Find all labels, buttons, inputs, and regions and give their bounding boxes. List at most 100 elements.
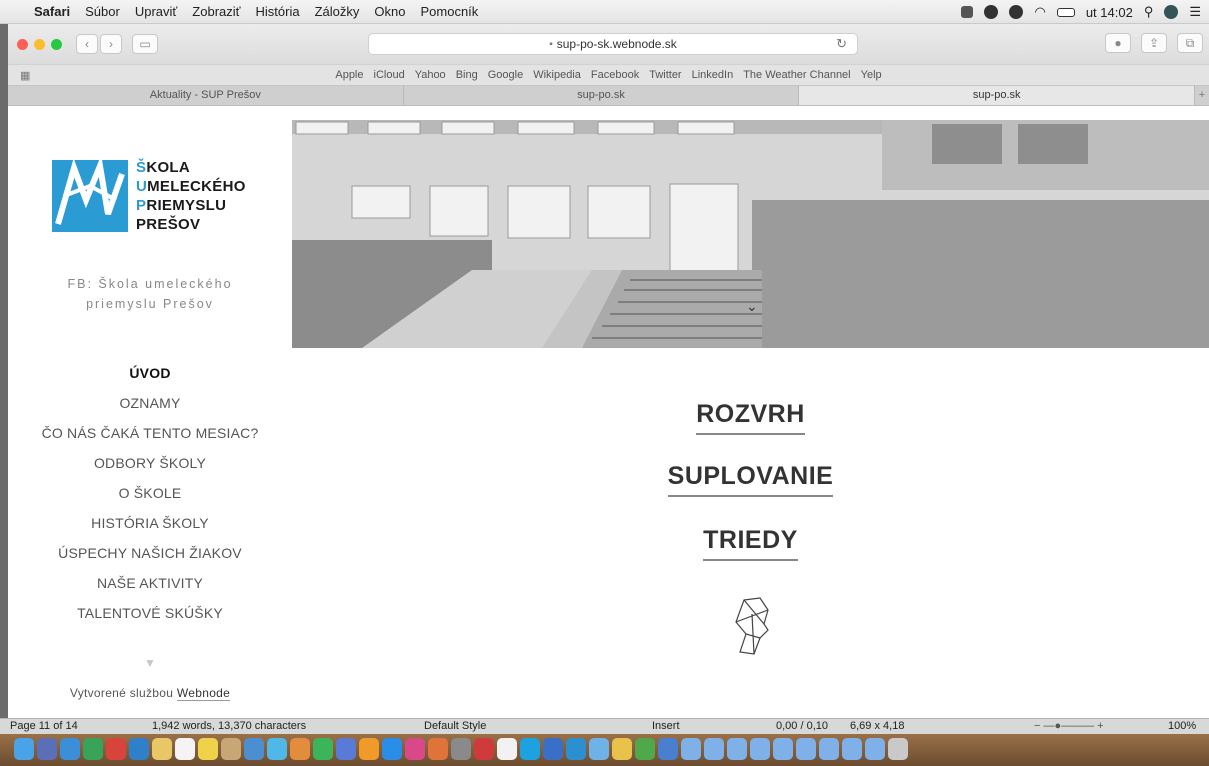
menu-okno[interactable]: Okno [374, 4, 405, 19]
skype-dock-icon[interactable] [520, 738, 540, 760]
nav-item-talentove-skusky[interactable]: TALENTOVÉ SKÚŠKY [38, 604, 262, 622]
chrome-icon[interactable] [83, 738, 103, 760]
preview-icon[interactable] [244, 738, 264, 760]
nav-item-oznamy[interactable]: OZNAMY [38, 394, 262, 412]
tab-sup-po-1[interactable]: sup-po.sk [404, 86, 800, 105]
favorite-apple[interactable]: Apple [335, 69, 363, 81]
camera-app-icon[interactable] [1009, 5, 1024, 19]
menu-historia[interactable]: História [256, 4, 300, 19]
calendar-icon[interactable] [175, 738, 195, 760]
favorite-yahoo[interactable]: Yahoo [415, 69, 446, 81]
address-bar[interactable]: ▪ sup-po-sk.webnode.sk ↻ [368, 33, 858, 55]
favorite-yelp[interactable]: Yelp [861, 69, 882, 81]
reload-icon[interactable]: ↻ [836, 36, 847, 52]
menu-safari[interactable]: Safari [34, 4, 70, 19]
doc-thumb-4-icon[interactable] [750, 738, 770, 760]
doc-thumb-5-icon[interactable] [773, 738, 793, 760]
doc-thumb-7-icon[interactable] [819, 738, 839, 760]
favorite-icloud[interactable]: iCloud [374, 69, 405, 81]
minimize-window-button[interactable] [34, 38, 45, 50]
paragraph-style[interactable]: Default Style [424, 720, 486, 732]
top-sites-grid-icon[interactable]: ▦ [20, 69, 30, 82]
cursor-app-icon[interactable] [961, 6, 974, 18]
new-tab-button[interactable]: + [1195, 86, 1209, 105]
doc-thumb-2-icon[interactable] [704, 738, 724, 760]
favorite-twitter[interactable]: Twitter [649, 69, 681, 81]
safari-dock-icon[interactable] [60, 738, 80, 760]
doc-thumb-8-icon[interactable] [842, 738, 862, 760]
favorite-weather-channel[interactable]: The Weather Channel [743, 69, 850, 81]
wifi-icon[interactable]: ◠ [1034, 4, 1045, 20]
ibooks-icon[interactable] [359, 738, 379, 760]
favorite-facebook[interactable]: Facebook [591, 69, 639, 81]
launchpad-icon[interactable] [37, 738, 57, 760]
stickies-icon[interactable] [198, 738, 218, 760]
contacts-icon[interactable] [221, 738, 241, 760]
share-button[interactable]: ⇪ [1141, 33, 1167, 53]
system-preferences-icon[interactable] [451, 738, 471, 760]
nav-item-nase-aktivity[interactable]: NAŠE AKTIVITY [38, 574, 262, 592]
back-button[interactable]: ‹ [76, 34, 98, 54]
nav-scroll-down-icon[interactable]: ▼ [8, 656, 292, 670]
doc-thumb-9-icon[interactable] [865, 738, 885, 760]
rozvrh-link[interactable]: ROZVRH [696, 400, 805, 435]
menu-zalozky[interactable]: Záložky [315, 4, 360, 19]
skype-icon[interactable] [984, 5, 999, 19]
nav-item-odbory-skoly[interactable]: ODBORY ŠKOLY [38, 454, 262, 472]
zoom-level[interactable]: 100% [1168, 720, 1196, 732]
menu-pomocnik[interactable]: Pomocník [420, 4, 478, 19]
menu-upravit[interactable]: Upraviť [135, 4, 177, 19]
itunes-icon[interactable] [336, 738, 356, 760]
app-green-icon[interactable] [635, 738, 655, 760]
nav-item-co-nas-caka[interactable]: ČO NÁS ČAKÁ TENTO MESIAC? [38, 424, 262, 442]
app-blue2-icon[interactable] [543, 738, 563, 760]
messages-icon[interactable] [267, 738, 287, 760]
nav-item-uspechy-ziakov[interactable]: ÚSPECHY NAŠICH ŽIAKOV [38, 544, 262, 562]
insert-mode[interactable]: Insert [652, 720, 680, 732]
doc-thumb-1-icon[interactable] [681, 738, 701, 760]
word-doc-icon[interactable] [658, 738, 678, 760]
notification-center-icon[interactable]: ☰ [1189, 4, 1201, 20]
forward-button[interactable]: › [100, 34, 122, 54]
favorite-bing[interactable]: Bing [456, 69, 478, 81]
tab-sup-po-2[interactable]: sup-po.sk [799, 86, 1196, 105]
nav-item-o-skole[interactable]: O ŠKOLE [38, 484, 262, 502]
facetime-icon[interactable] [313, 738, 333, 760]
battery-icon[interactable] [1056, 7, 1075, 17]
app-blue3-icon[interactable] [566, 738, 586, 760]
tab-aktuality[interactable]: Aktuality - SUP Prešov [8, 86, 404, 105]
suplovanie-link[interactable]: SUPLOVANIE [667, 462, 834, 497]
app-yellow-icon[interactable] [612, 738, 632, 760]
spotlight-search-icon[interactable]: ⚲ [1144, 4, 1154, 20]
finder-icon[interactable] [14, 738, 34, 760]
app-blue-icon[interactable] [129, 738, 149, 760]
doc-thumb-6-icon[interactable] [796, 738, 816, 760]
school-logo[interactable]: ŠKOLA UMELECKÉHO PRIEMYSLU PREŠOV [50, 156, 250, 238]
document-icon[interactable] [497, 738, 517, 760]
app-red-icon[interactable] [106, 738, 126, 760]
close-window-button[interactable] [17, 38, 28, 50]
app-red2-icon[interactable] [474, 738, 494, 760]
menu-zobrazit[interactable]: Zobraziť [192, 4, 240, 19]
notes-icon[interactable] [152, 738, 172, 760]
scroll-down-chevron-icon[interactable]: ⌄ [746, 298, 758, 315]
nav-item-historia-skoly[interactable]: HISTÓRIA ŠKOLY [38, 514, 262, 532]
favorite-wikipedia[interactable]: Wikipedia [533, 69, 581, 81]
folder-icon[interactable] [589, 738, 609, 760]
siri-icon[interactable] [1164, 5, 1179, 19]
photos-icon[interactable] [290, 738, 310, 760]
app-store-icon[interactable] [382, 738, 402, 760]
sidebar-toggle-button[interactable]: ▭ [132, 34, 158, 54]
trash-icon[interactable] [888, 738, 908, 760]
webnode-link[interactable]: Webnode [176, 686, 231, 701]
favorite-linkedin[interactable]: LinkedIn [692, 69, 734, 81]
doc-thumb-3-icon[interactable] [727, 738, 747, 760]
nav-item-uvod[interactable]: ÚVOD [38, 364, 262, 382]
app-orange-icon[interactable] [428, 738, 448, 760]
page-count[interactable]: Page 11 of 14 [10, 720, 78, 732]
word-count[interactable]: 1,942 words, 13,370 characters [152, 720, 306, 732]
app-pink-icon[interactable] [405, 738, 425, 760]
clock[interactable]: ut 14:02 [1086, 5, 1133, 20]
zoom-window-button[interactable] [51, 38, 62, 50]
downloads-button[interactable]: ● [1105, 33, 1131, 53]
